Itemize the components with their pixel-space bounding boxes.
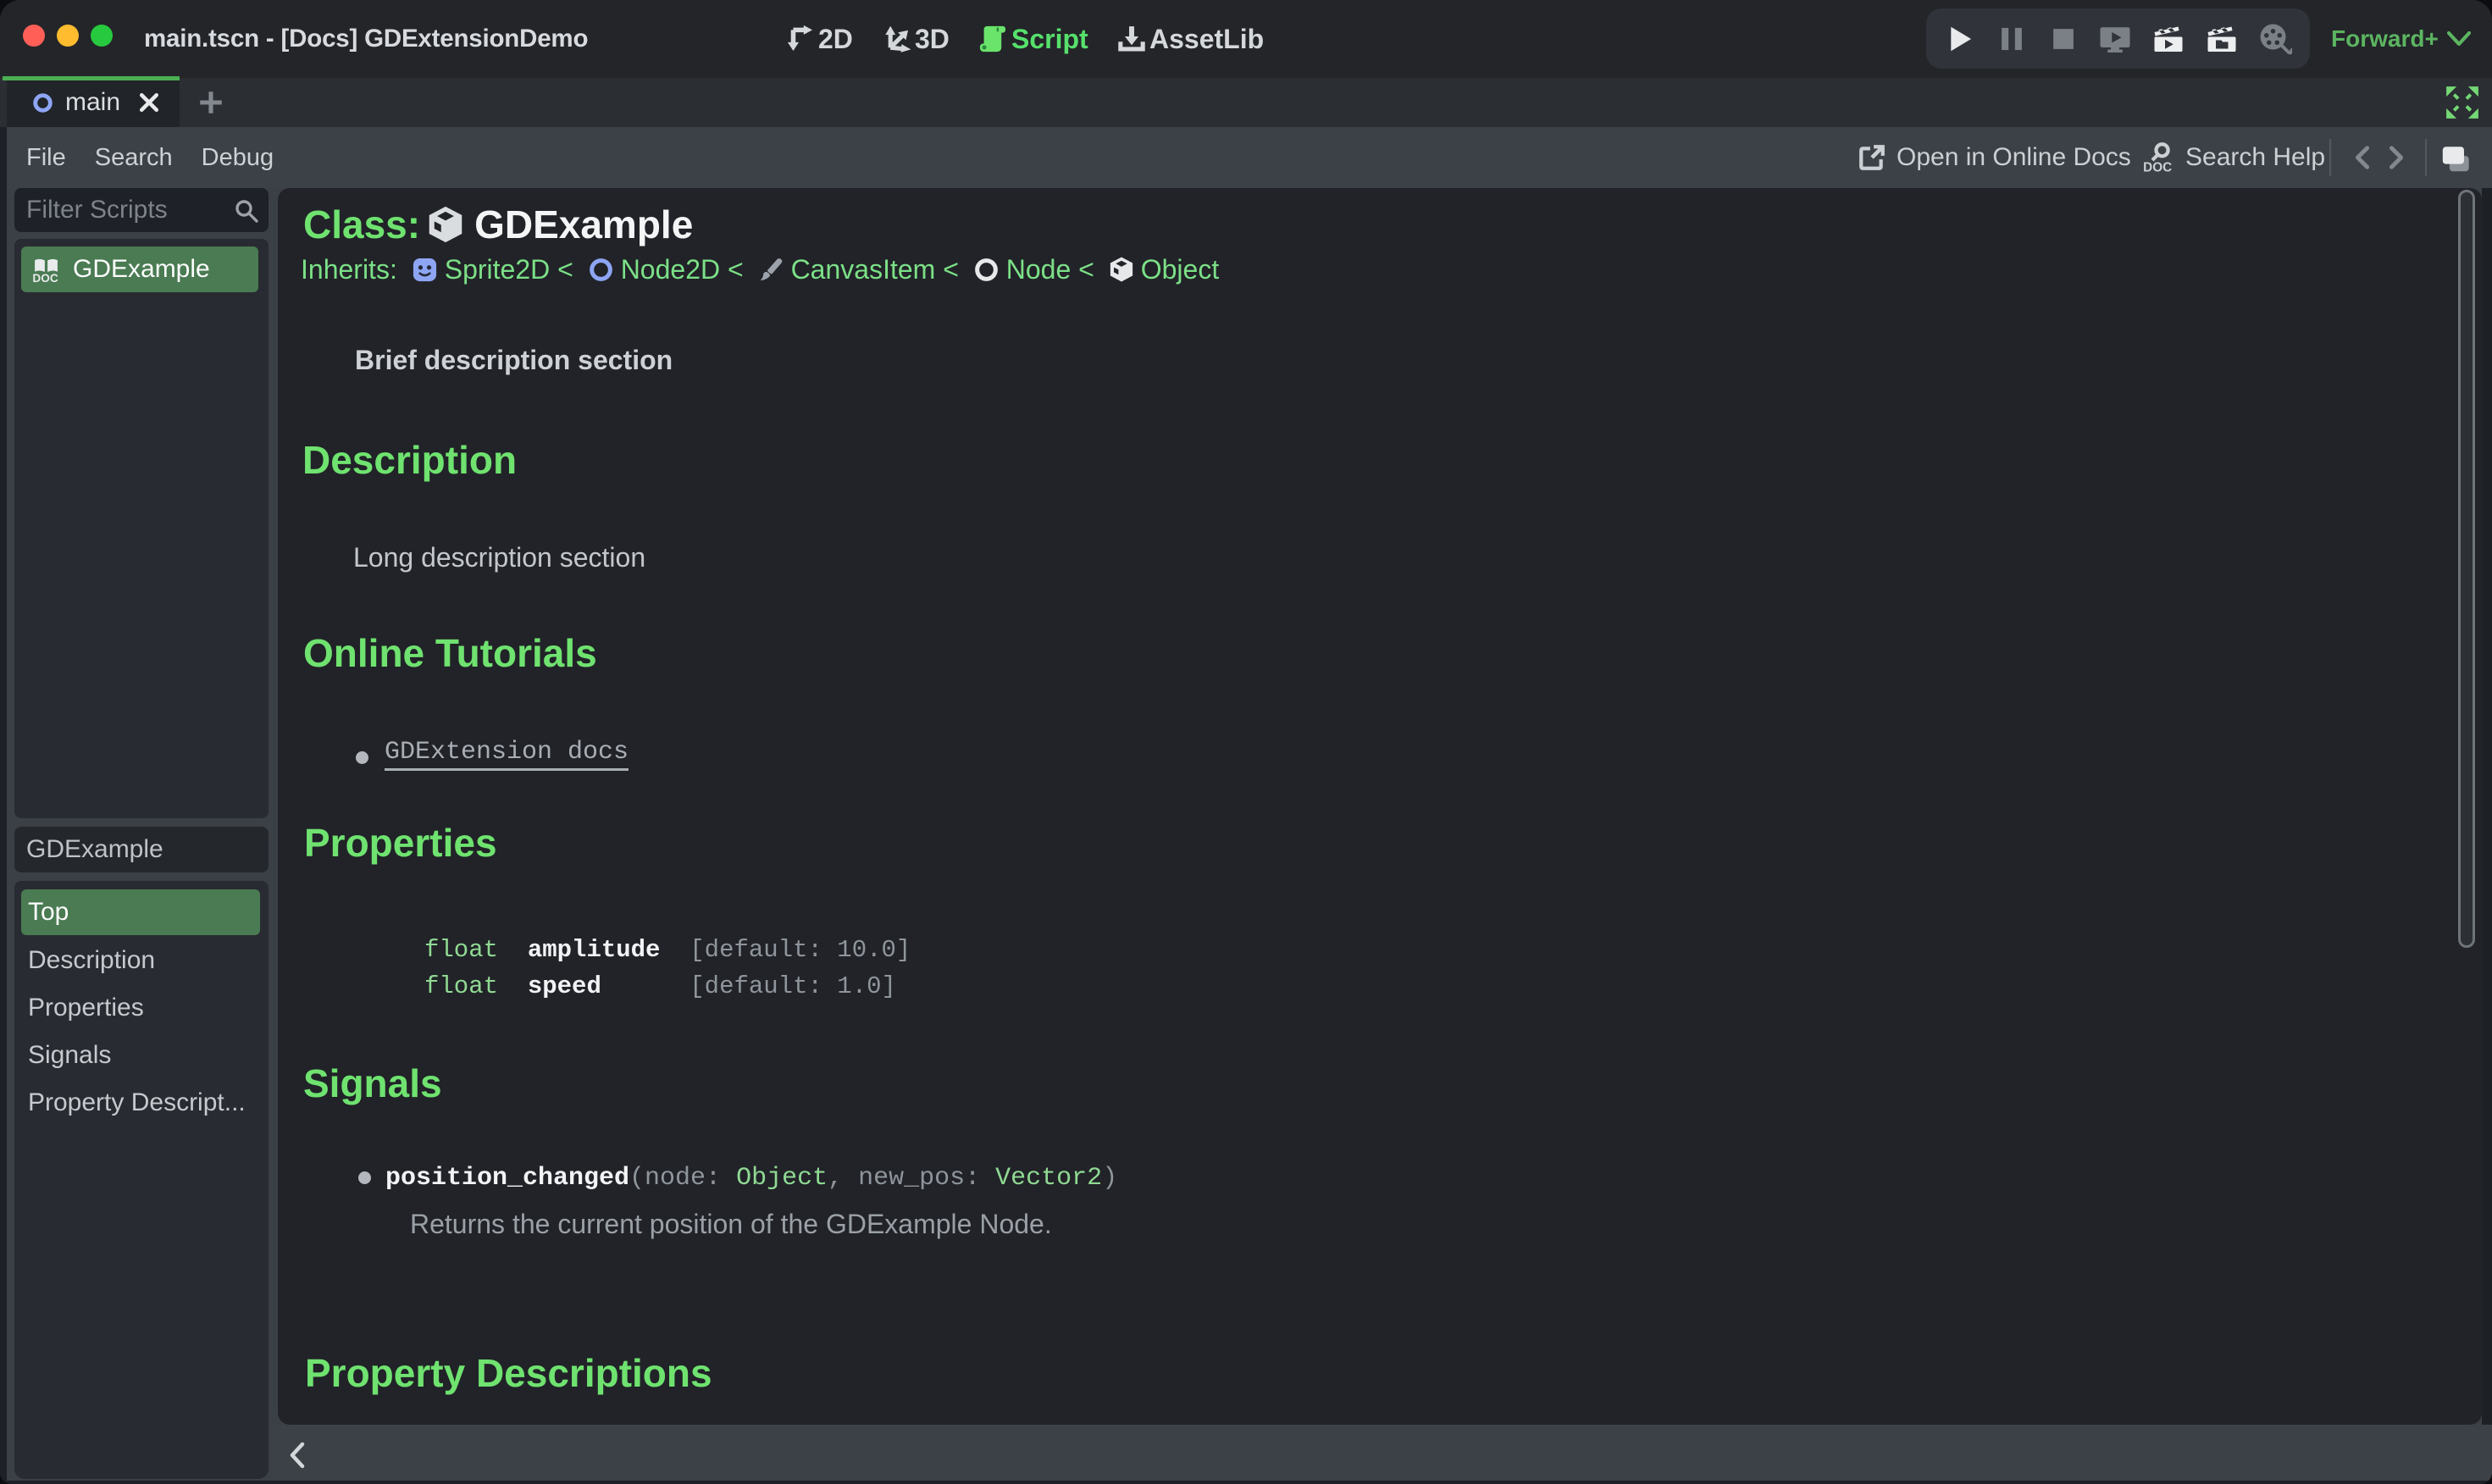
svg-text:DOC: DOC	[2143, 160, 2172, 174]
svg-text:DOC: DOC	[32, 271, 58, 283]
